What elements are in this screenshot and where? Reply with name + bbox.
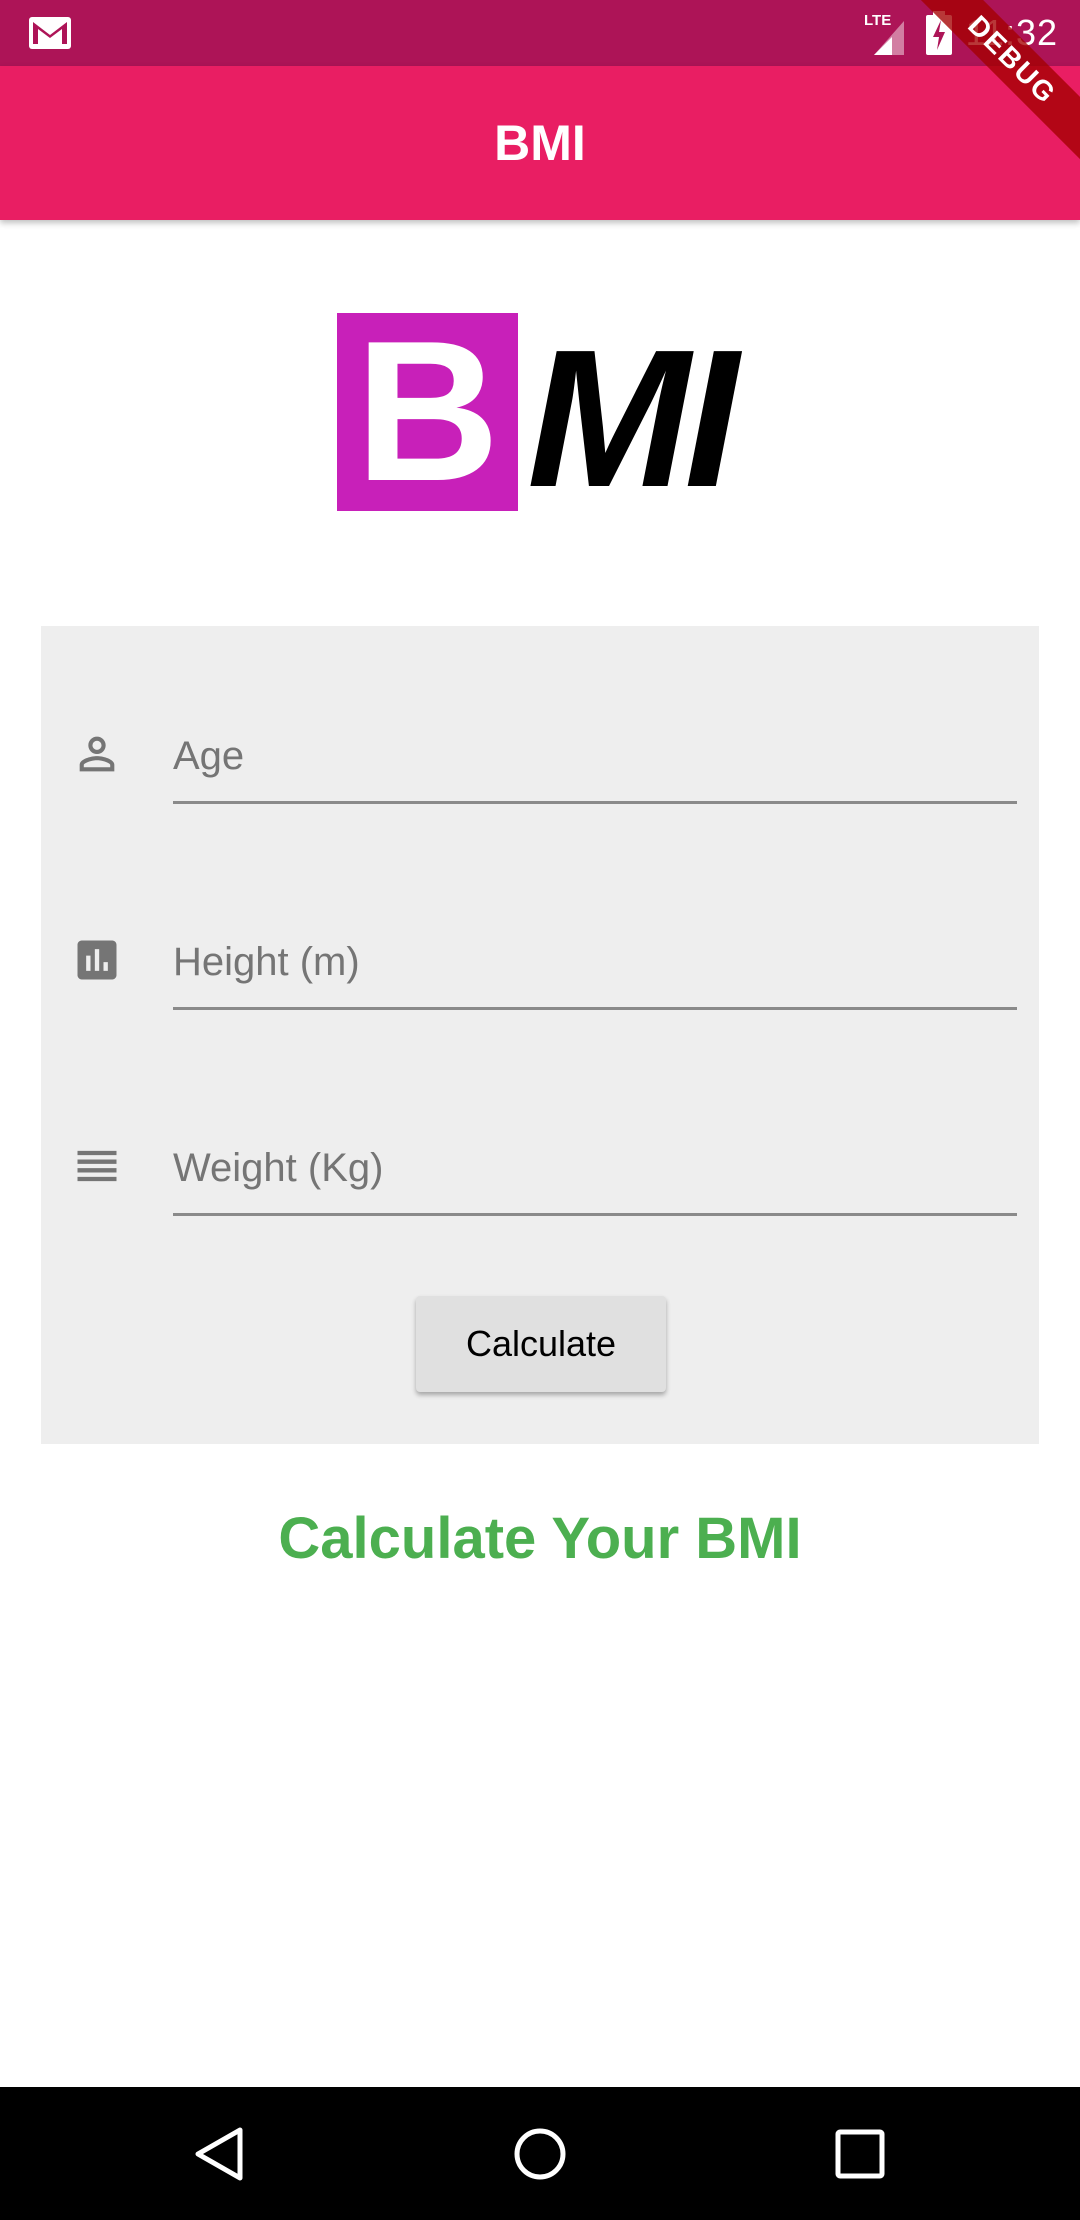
home-button[interactable] [490, 2107, 590, 2201]
bmi-logo: B MI [337, 309, 739, 528]
back-icon [195, 2127, 243, 2181]
lte-label: LTE [864, 12, 891, 29]
height-field-row [41, 902, 1039, 1062]
lines-icon [77, 1150, 117, 1182]
bar-chart-icon [77, 940, 117, 980]
weight-field-row [41, 1108, 1039, 1268]
battery-charging-icon [925, 11, 952, 55]
logo-b-box: B [337, 312, 518, 512]
status-bar: LTE 11:32 [0, 0, 1080, 66]
calculate-button[interactable]: Calculate [416, 1296, 666, 1392]
recents-icon [835, 2129, 885, 2179]
result-text: Calculate Your BMI [278, 1506, 802, 1571]
back-button[interactable] [170, 2107, 270, 2201]
recents-button[interactable] [810, 2107, 910, 2201]
lte-signal-icon: LTE [864, 11, 912, 55]
app-bar: BMI [0, 66, 1080, 220]
weight-input[interactable] [173, 1123, 1017, 1216]
bmi-form-card: Calculate [41, 626, 1039, 1444]
system-nav-bar [0, 2087, 1080, 2220]
logo-mi-text: MI [527, 309, 739, 528]
height-input[interactable] [173, 917, 1017, 1010]
status-time: 11:32 [965, 12, 1058, 53]
app-bar-title: BMI [494, 115, 586, 171]
person-icon [79, 736, 115, 772]
gmail-icon [29, 17, 71, 49]
home-icon [514, 2128, 566, 2180]
age-field-row [41, 696, 1039, 856]
age-input[interactable] [173, 711, 1017, 804]
